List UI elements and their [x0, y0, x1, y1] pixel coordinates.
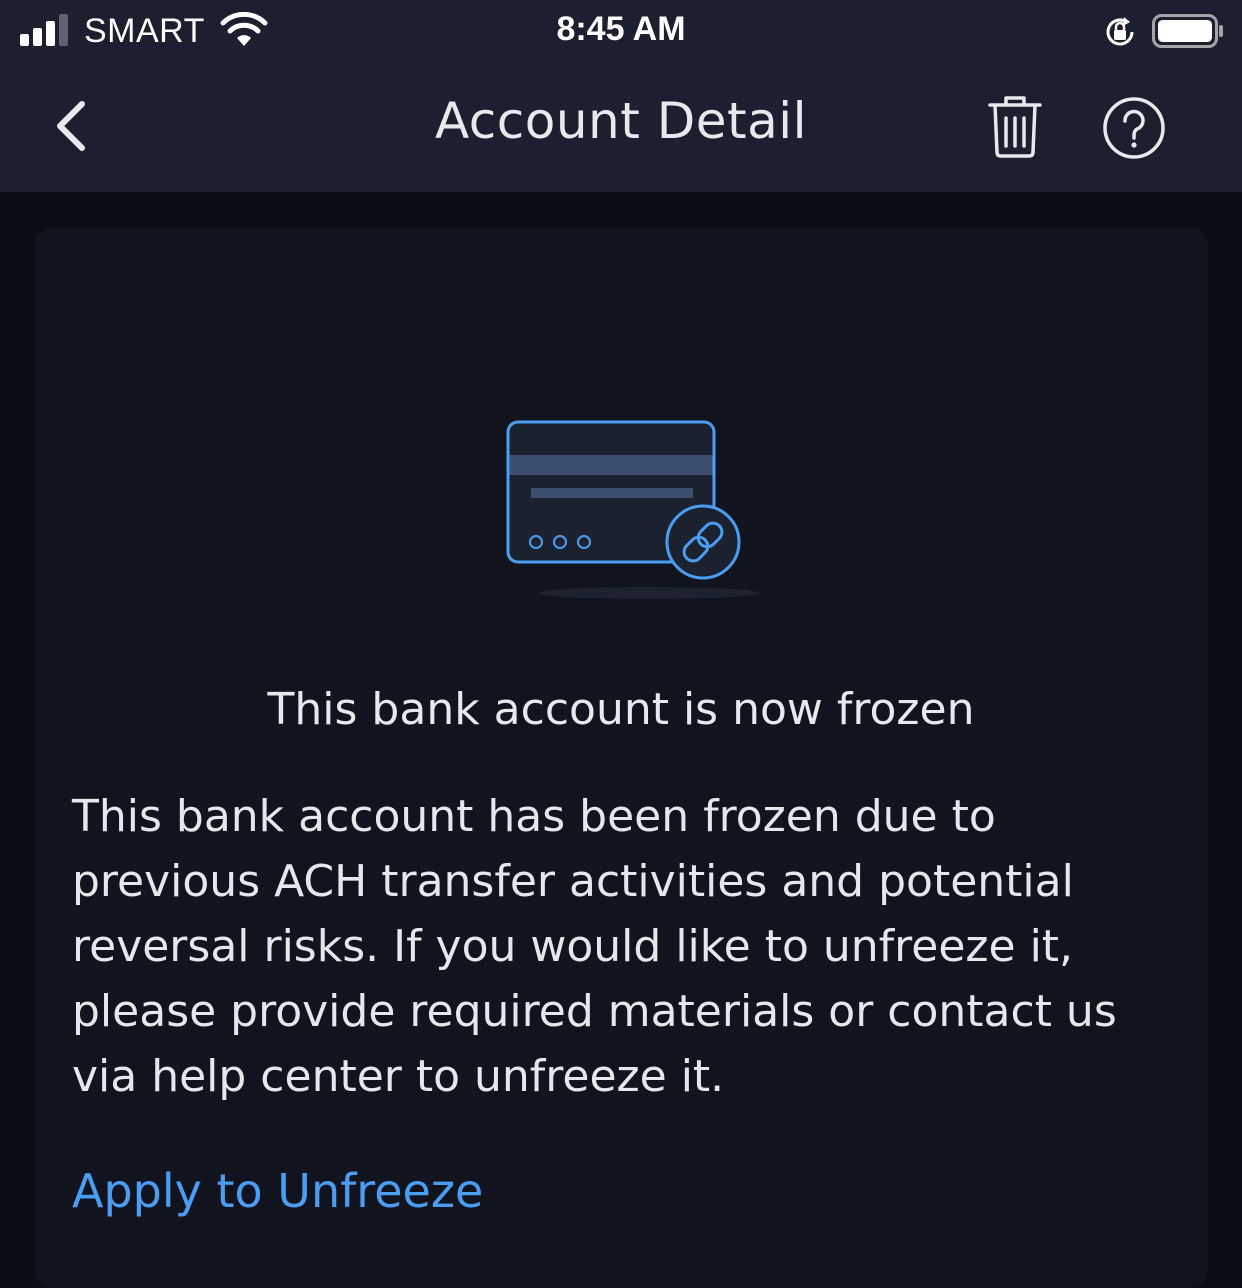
trash-icon [988, 96, 1042, 158]
frozen-description: This bank account has been frozen due to… [72, 791, 1117, 1102]
status-bar: SMART 8:45 AM [0, 0, 1242, 64]
orientation-lock-icon [1106, 17, 1134, 46]
battery-icon [1152, 14, 1223, 48]
top-bar: SMART 8:45 AM Account Detail [0, 0, 1242, 192]
delete-button[interactable] [984, 94, 1046, 160]
help-circle-icon [1103, 97, 1165, 159]
apply-to-unfreeze-link[interactable]: Apply to Unfreeze [72, 1164, 483, 1218]
frozen-heading: This bank account is now frozen [267, 684, 975, 735]
frozen-account-card: This bank account is now frozen This ban… [34, 228, 1208, 1288]
page-title: Account Detail [434, 92, 808, 150]
help-button[interactable] [1100, 94, 1168, 162]
status-time: 8:45 AM [556, 10, 686, 48]
bank-card-link-icon [506, 420, 759, 599]
